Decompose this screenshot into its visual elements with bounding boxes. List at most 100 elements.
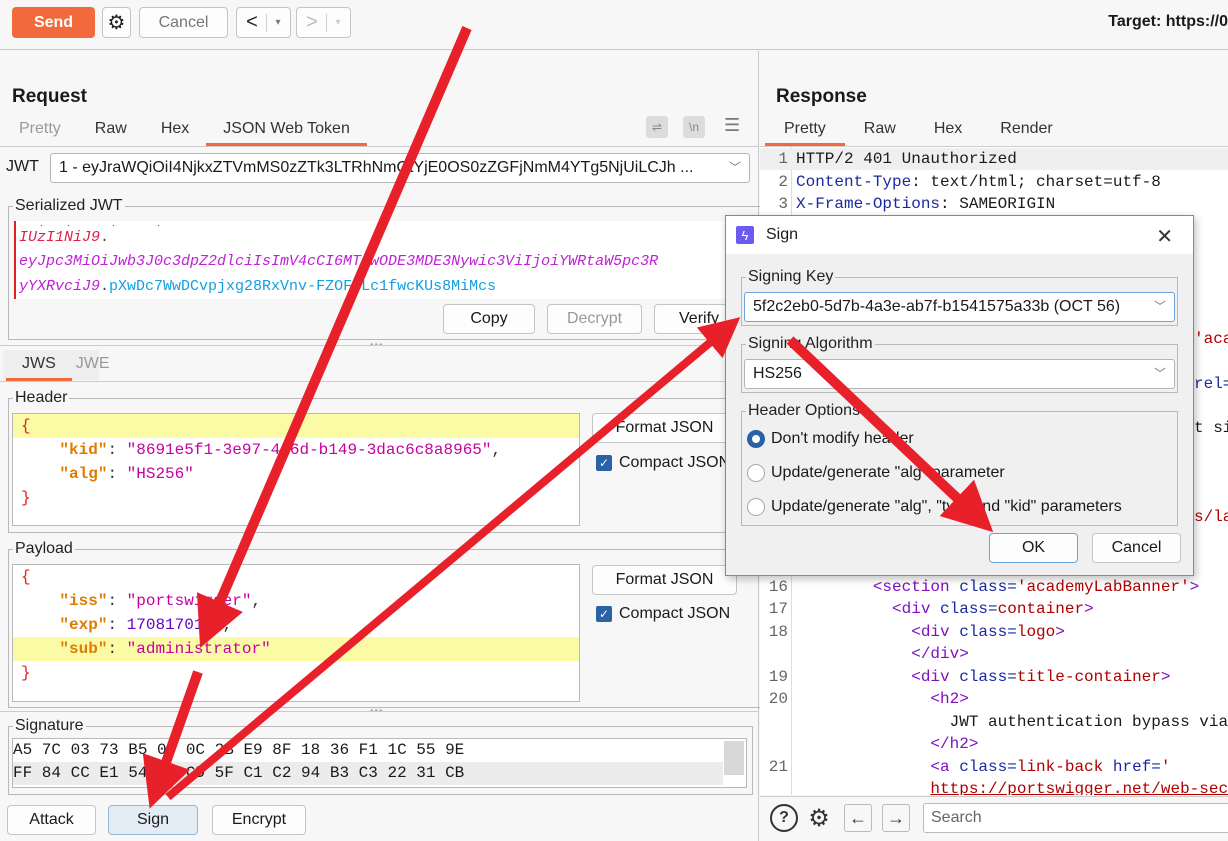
cancel-button[interactable]: Cancel [1092, 533, 1181, 563]
header-options-legend: Header Options [748, 402, 861, 419]
help-icon[interactable]: ? [770, 804, 798, 832]
settings-button[interactable]: ⚙ [102, 7, 131, 38]
scrollbar[interactable] [724, 741, 744, 775]
chevron-down-icon: ﹀ [728, 160, 741, 175]
history-forward-button[interactable]: > ▾ [296, 7, 351, 38]
compact-json-label: Compact JSON [619, 605, 731, 622]
response-tabs: Pretty Raw Hex Render [765, 116, 1072, 146]
tab-hex[interactable]: Hex [144, 116, 206, 146]
menu-icon[interactable]: ☰ [724, 115, 740, 136]
sign-dialog: ϟ Sign ✕ Signing Key 5f2c2eb0-5d7b-4a3e-… [725, 215, 1194, 576]
radio-selected-icon [747, 430, 765, 448]
radio-unselected-icon [747, 464, 765, 482]
response-line: 3 X-Frame-Options: SAMEORIGIN [778, 195, 1056, 213]
mode-tabs: JWS JWE [6, 351, 126, 381]
decrypt-button[interactable]: Decrypt [547, 304, 642, 334]
response-peek-text: 'acad [1194, 330, 1228, 348]
divider [0, 381, 759, 382]
signature-line-1: A5 7C 03 73 B5 0D 0C 2B E9 8F 18 36 F1 1… [13, 741, 465, 759]
response-line: </div> [911, 645, 969, 663]
response-line: 20 <h2> [768, 690, 969, 708]
payload-compact-json-checkbox[interactable]: ✓ Compact JSON [596, 605, 730, 623]
tab-hex[interactable]: Hex [915, 116, 981, 146]
radio-dont-modify-header[interactable]: Don't modify header [747, 430, 914, 448]
signing-key-select[interactable]: 5f2c2eb0-5d7b-4a3e-ab7f-b1541575a33b (OC… [744, 292, 1175, 322]
checkbox-checked-icon: ✓ [596, 455, 612, 471]
tab-json-web-token[interactable]: JSON Web Token [206, 116, 367, 146]
response-line: https://portswigger.net/web-secu [930, 780, 1228, 795]
signing-algorithm-select[interactable]: HS256 ﹀ [744, 359, 1175, 389]
signing-key-value: 5f2c2eb0-5d7b-4a3e-ab7f-b1541575a33b (OC… [753, 298, 1121, 315]
payload-sub-value: administrator [136, 640, 262, 658]
encrypt-button[interactable]: Encrypt [212, 805, 306, 835]
response-line: 21 <a class=link-back href=' [768, 758, 1171, 776]
radio-update-alg-typ-kid[interactable]: Update/generate "alg", "typ" and "kid" p… [747, 498, 1122, 516]
dropdown-icon[interactable]: ▾ [267, 17, 289, 28]
dialog-title-bar: ϟ Sign ✕ [726, 216, 1193, 254]
search-input[interactable]: Search [923, 803, 1228, 833]
sign-button[interactable]: Sign [108, 805, 198, 835]
divider [0, 345, 759, 346]
send-button[interactable]: Send [12, 7, 95, 38]
radio-label: Update/generate "alg", "typ" and "kid" p… [771, 498, 1122, 515]
payload-iss-value: portswigger [136, 592, 242, 610]
response-line: 18 <div class=logo> [768, 623, 1065, 641]
dialog-title: Sign [766, 226, 799, 243]
divider [0, 146, 759, 147]
previous-match-arrow-icon[interactable]: ← [844, 804, 872, 832]
next-match-arrow-icon[interactable]: → [882, 804, 910, 832]
gear-icon: ⚙ [107, 12, 126, 34]
chevron-right-icon: > [306, 11, 318, 33]
jwt-select[interactable]: 1 - eyJraWQiOiI4NjkxZTVmMS0zZTk3LTRhNmQt… [50, 153, 750, 183]
header-alg-key: alg [69, 465, 98, 483]
response-line: 19 <div class=title-container> [768, 668, 1171, 686]
tab-jwe[interactable]: JWE [72, 351, 126, 381]
serialized-jwt-text[interactable]: ¦ ¦ ¦ ¦ IUzI1NiJ9. eyJpc3MiOiJwb3J0c3dpZ… [14, 221, 754, 299]
lightning-icon: ϟ [736, 226, 754, 244]
payload-exp-value: 1708170177 [126, 616, 223, 634]
radio-update-alg[interactable]: Update/generate "alg" parameter [747, 464, 1005, 482]
signature-hex-view[interactable]: A5 7C 03 73 B5 0D 0C 2B E9 8F 18 36 F1 1… [12, 738, 747, 788]
history-back-button[interactable]: < ▾ [236, 7, 291, 38]
dropdown-icon[interactable]: ▾ [327, 17, 349, 28]
header-legend: Header [15, 389, 68, 406]
signing-algorithm-value: HS256 [753, 365, 802, 382]
header-compact-json-checkbox[interactable]: ✓ Compact JSON [596, 454, 730, 472]
wrap-lines-icon[interactable]: ⇌ [646, 116, 668, 138]
response-line: 1 HTTP/2 401 Unauthorized [760, 148, 1228, 170]
ok-button[interactable]: OK [989, 533, 1078, 563]
jwt-payload-segment: eyJpc3MiOiJwb3J0c3dpZ2dlciIsImV4cCI6MTcw… [19, 253, 659, 270]
payload-format-json-button[interactable]: Format JSON [592, 565, 737, 595]
chevron-left-icon: < [246, 11, 258, 33]
close-icon[interactable]: ✕ [1156, 224, 1173, 249]
payload-exp-key: exp [69, 616, 98, 634]
response-line: JWT authentication bypass via [949, 713, 1228, 731]
attack-button[interactable]: Attack [7, 805, 96, 835]
jwt-payload-segment-end: yYXRvciJ9 [19, 278, 101, 295]
tab-raw[interactable]: Raw [845, 116, 915, 146]
newline-icon[interactable]: \n [683, 116, 705, 138]
copy-button[interactable]: Copy [443, 304, 535, 334]
signing-algorithm-legend: Signing Algorithm [748, 335, 873, 352]
header-alg-value: HS256 [136, 465, 185, 483]
response-title: Response [776, 86, 867, 107]
header-kid-value: 8691e5f1-3e97-4a6d-b149-3dac6c8a8965 [136, 441, 482, 459]
header-json-editor[interactable]: { "kid": "8691e5f1-3e97-4a6d-b149-3dac6c… [12, 413, 580, 526]
tab-raw[interactable]: Raw [78, 116, 144, 146]
gear-icon[interactable]: ⚙ [804, 802, 834, 834]
jwt-select-value: 1 - eyJraWQiOiI4NjkxZTVmMS0zZTk3LTRhNmQt… [59, 159, 694, 176]
response-line: </h2> [930, 735, 979, 753]
tab-render[interactable]: Render [981, 116, 1071, 146]
tab-pretty[interactable]: Pretty [765, 116, 845, 146]
tab-pretty[interactable]: Pretty [2, 116, 78, 146]
target-label[interactable]: Target: https://0 [1108, 13, 1228, 31]
jwt-signature-segment: pXwDc7WwDCvpjxg28RxVnv-FZOFULc1fwcKUs8Mi… [109, 278, 497, 295]
response-peek-text: s/la [1194, 508, 1228, 526]
request-title: Request [12, 86, 87, 107]
signature-legend: Signature [15, 717, 84, 734]
request-tabs: Pretty Raw Hex JSON Web Token [2, 116, 367, 146]
cancel-button[interactable]: Cancel [139, 7, 228, 38]
tab-jws[interactable]: JWS [6, 351, 72, 381]
header-format-json-button[interactable]: Format JSON [592, 413, 737, 443]
payload-json-editor[interactable]: { "iss": "portswigger", "exp": 170817017… [12, 564, 580, 702]
